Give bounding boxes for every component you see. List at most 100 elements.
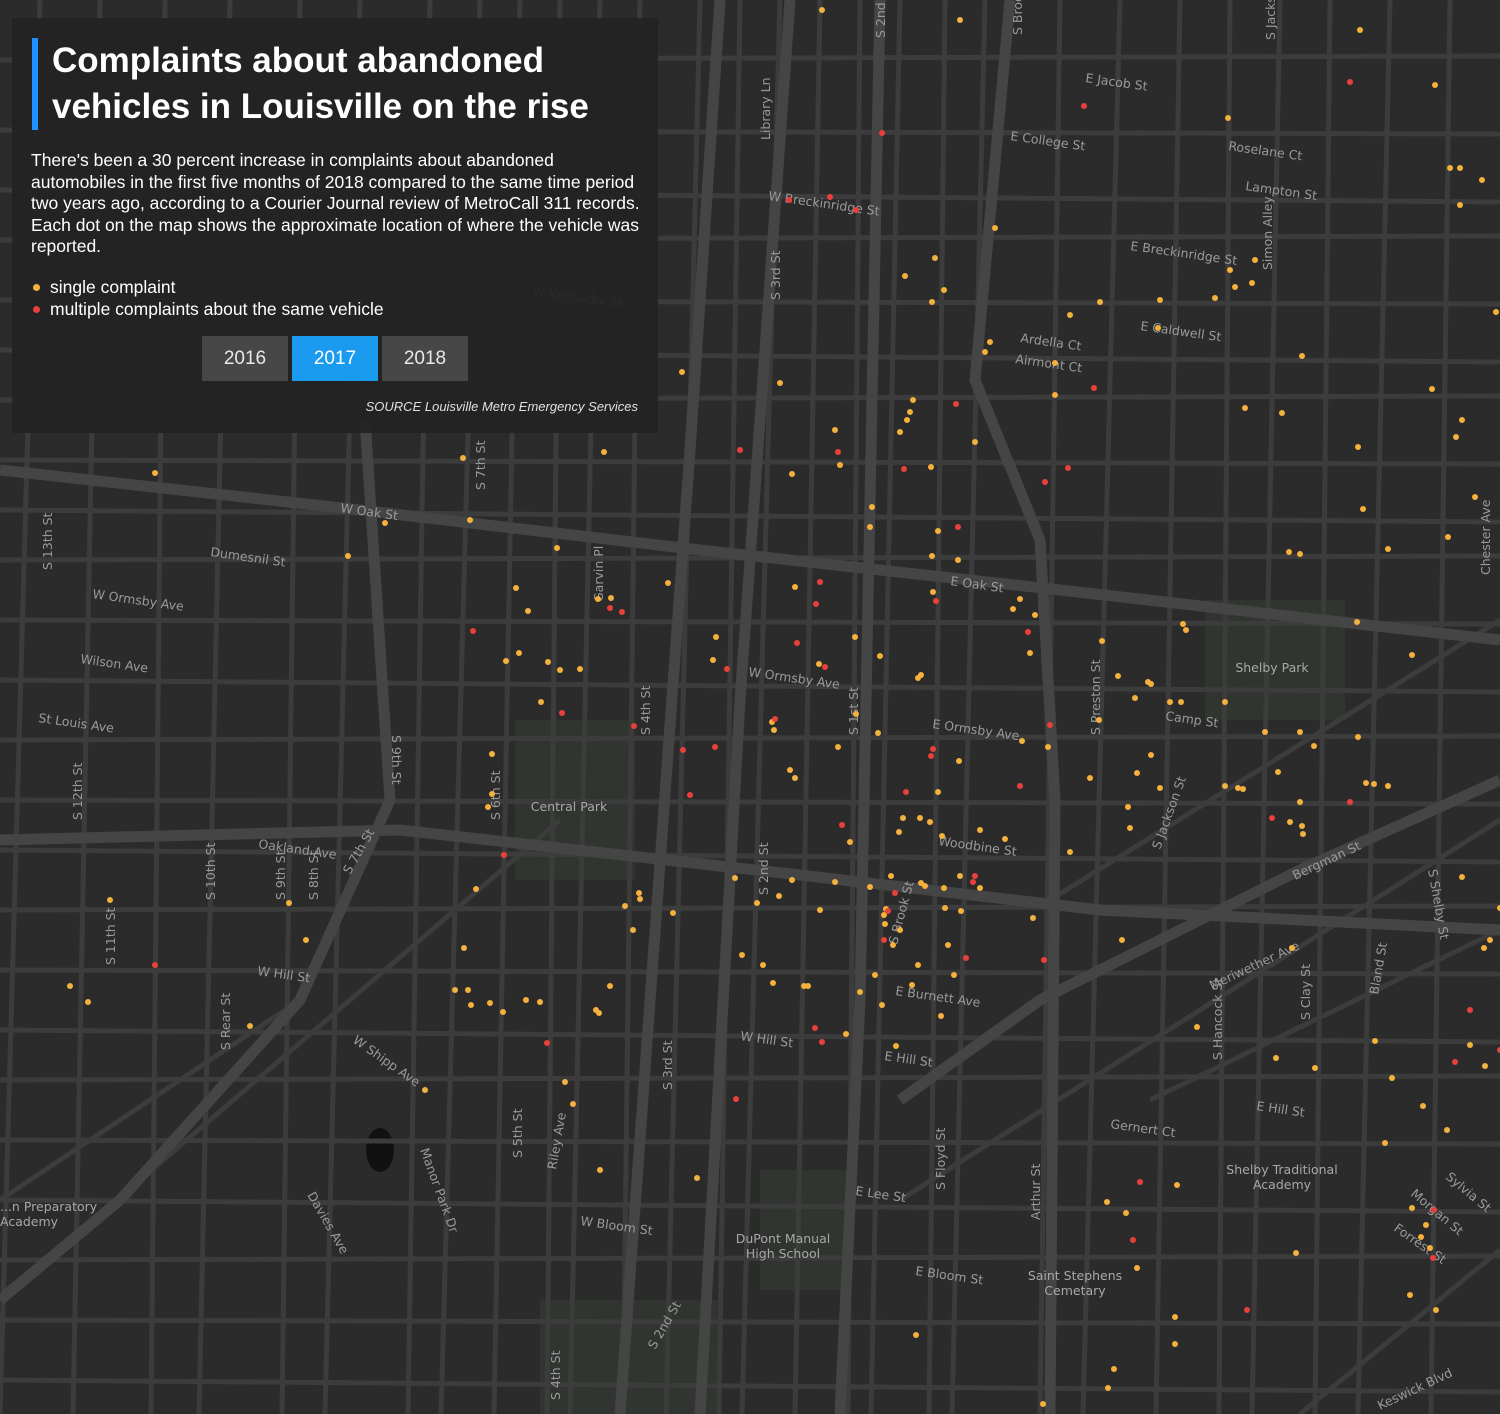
single-complaint-dot <box>489 751 495 757</box>
single-complaint-dot <box>1032 612 1038 618</box>
single-complaint-dot <box>1286 549 1292 555</box>
multiple-complaint-dot <box>1047 722 1053 728</box>
multiple-complaint-dot <box>1065 465 1071 471</box>
single-complaint-dot <box>951 972 957 978</box>
multiple-complaint-dot <box>972 873 978 879</box>
single-complaint-dot <box>713 634 719 640</box>
single-complaint-dot <box>928 464 934 470</box>
single-complaint-dot <box>832 427 838 433</box>
multiple-complaint-dot <box>822 664 828 670</box>
multiple-complaint-dot <box>885 908 891 914</box>
multiple-complaint-dot <box>501 852 507 858</box>
single-complaint-dot <box>910 397 916 403</box>
single-complaint-dot <box>770 980 776 986</box>
single-complaint-dot <box>837 462 843 468</box>
single-complaint-dot <box>562 1079 568 1085</box>
single-complaint-dot <box>1225 115 1231 121</box>
multiple-complaint-dot <box>1269 815 1275 821</box>
single-complaint-dot <box>1172 1341 1178 1347</box>
single-complaint-dot <box>935 789 941 795</box>
single-complaint-dot <box>955 557 961 563</box>
multiple-complaint-dot <box>794 640 800 646</box>
single-complaint-dot <box>1105 1385 1111 1391</box>
single-complaint-dot <box>904 417 910 423</box>
single-complaint-dot <box>1487 937 1493 943</box>
single-complaint-dot <box>1459 417 1465 423</box>
single-complaint-dot <box>1125 804 1131 810</box>
single-complaint-dot <box>1157 785 1163 791</box>
street-label: S Jackson St <box>1263 0 1278 40</box>
multiple-complaint-dot <box>786 197 792 203</box>
multiple-complaint-dot <box>1017 783 1023 789</box>
year-button-2018[interactable]: 2018 <box>382 336 468 381</box>
single-complaint-dot <box>945 942 951 948</box>
single-complaint-dot <box>1382 1140 1388 1146</box>
multiple-complaint-dot <box>1347 79 1353 85</box>
single-complaint-dot <box>461 945 467 951</box>
street-label: S 9th St <box>273 850 288 900</box>
poi-label: Shelby Park <box>1235 660 1309 675</box>
single-complaint-dot <box>1312 1065 1318 1071</box>
year-button-2016[interactable]: 2016 <box>202 336 288 381</box>
single-complaint-dot <box>913 1332 919 1338</box>
single-complaint-dot <box>67 983 73 989</box>
single-complaint-dot <box>972 439 978 445</box>
single-complaint-dot <box>977 827 983 833</box>
single-complaint-dot <box>1134 1265 1140 1271</box>
single-complaint-dot <box>805 983 811 989</box>
single-complaint-dot <box>958 908 964 914</box>
single-complaint-dot <box>847 839 853 845</box>
single-complaint-dot <box>1019 738 1025 744</box>
single-complaint-dot <box>819 7 825 13</box>
single-complaint-dot <box>1360 506 1366 512</box>
multiple-complaint-dot <box>1452 1059 1458 1065</box>
single-complaint-dot <box>882 921 888 927</box>
single-complaint-dot <box>1389 1075 1395 1081</box>
street-label: S Brook St <box>1010 0 1025 35</box>
multiple-complaint-dot <box>970 879 976 885</box>
single-complaint-dot <box>893 1043 899 1049</box>
single-complaint-dot <box>1371 781 1377 787</box>
single-complaint-dot <box>1409 652 1415 658</box>
street-label: S 5th St <box>510 1108 525 1158</box>
multiple-complaint-dot <box>817 579 823 585</box>
single-complaint-dot <box>1134 770 1140 776</box>
street-label: Arthur St <box>1028 1164 1043 1220</box>
single-complaint-dot <box>679 369 685 375</box>
single-complaint-dot <box>382 520 388 526</box>
street-label: S Hancock St <box>1210 978 1225 1060</box>
single-complaint-dot <box>1427 1245 1433 1251</box>
street-label: S 10th St <box>203 842 218 900</box>
single-complaint-dot <box>888 873 894 879</box>
street-label: S 4th St <box>638 685 653 735</box>
single-complaint-dot <box>1067 849 1073 855</box>
single-complaint-dot <box>869 504 875 510</box>
single-complaint-dot <box>1212 295 1218 301</box>
single-complaint-dot <box>732 875 738 881</box>
single-complaint-dot <box>909 982 915 988</box>
single-complaint-dot <box>596 1010 602 1016</box>
single-complaint-dot <box>1123 1210 1129 1216</box>
single-complaint-dot <box>303 937 309 943</box>
year-button-2017[interactable]: 2017 <box>292 336 378 381</box>
single-complaint-dot <box>1299 353 1305 359</box>
street-label: S 11th St <box>103 907 118 965</box>
single-complaint-dot <box>1429 386 1435 392</box>
single-complaint-dot <box>792 775 798 781</box>
single-complaint-dot <box>1087 775 1093 781</box>
single-complaint-dot <box>595 596 601 602</box>
street-label: Library Ln <box>758 77 773 140</box>
single-complaint-dot <box>1385 546 1391 552</box>
single-complaint-dot <box>1479 177 1485 183</box>
single-complaint-dot <box>776 893 782 899</box>
multiple-complaint-dot <box>737 447 743 453</box>
single-complaint-dot <box>1017 596 1023 602</box>
single-complaint-dot <box>1167 699 1173 705</box>
single-complaint-dot <box>907 409 913 415</box>
single-complaint-dot <box>835 744 841 750</box>
single-complaint-dot <box>577 666 583 672</box>
multiple-complaint-dot <box>1347 799 1353 805</box>
street-label: Simon Alley <box>1260 196 1275 270</box>
single-complaint-dot <box>754 900 760 906</box>
pond <box>366 1128 394 1172</box>
